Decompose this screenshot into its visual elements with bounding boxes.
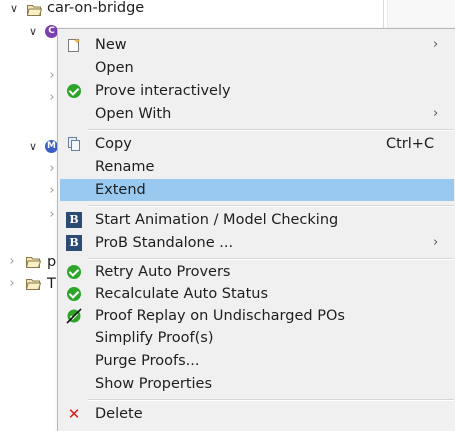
menu-item-retry-auto-provers[interactable]: Retry Auto Provers (60, 261, 454, 283)
open-folder-icon (27, 5, 42, 16)
tree-row-p-label: p (47, 254, 57, 270)
tree-row-child[interactable]: › (0, 159, 60, 179)
tree-row-child[interactable]: › (0, 66, 60, 86)
menu-item-recalculate-auto-status[interactable]: Recalculate Auto Status (60, 283, 454, 305)
menu-item-label: Proof Replay on Undischarged POs (95, 308, 345, 324)
collapse-chevron-icon[interactable]: › (6, 274, 18, 294)
tree-row-context[interactable]: ∨ C (0, 22, 60, 42)
tree-row-child[interactable]: › (0, 181, 60, 201)
new-file-icon (68, 38, 80, 52)
open-folder-icon (26, 279, 41, 290)
tree-row-child[interactable]: › (0, 205, 60, 225)
tree-row-child[interactable]: › (0, 88, 60, 108)
prob-logo-icon: B (66, 235, 82, 251)
menu-separator (88, 258, 454, 260)
tree-row-t[interactable]: › T (0, 274, 60, 294)
menu-item-label: Delete (95, 406, 143, 422)
menu-item-label: Purge Proofs... (95, 353, 200, 369)
menu-item-prove-interactively[interactable]: Prove interactively (60, 80, 454, 102)
menu-item-purge-proofs[interactable]: Purge Proofs... (60, 350, 454, 372)
copy-icon (68, 137, 80, 151)
submenu-arrow-icon: › (433, 106, 439, 121)
menu-item-label: Show Properties (95, 376, 213, 392)
delete-x-icon: ✕ (67, 405, 81, 423)
menu-item-label: Simplify Proof(s) (95, 330, 214, 346)
menu-item-label: Retry Auto Provers (95, 264, 231, 280)
menu-item-prob-standalone[interactable]: B ProB Standalone ... › (60, 232, 454, 254)
tree-row-project[interactable]: ∨ car-on-bridge (0, 0, 383, 20)
menu-item-copy[interactable]: Copy Ctrl+C (60, 133, 454, 155)
menu-separator (88, 399, 454, 401)
menu-item-open-with[interactable]: Open With › (60, 103, 454, 125)
tree-row-machine[interactable]: ∨ M (0, 137, 60, 157)
menu-item-proof-replay[interactable]: Proof Replay on Undischarged POs (60, 305, 454, 327)
green-check-icon (66, 286, 82, 302)
menu-item-label: Open With (95, 106, 172, 122)
menu-item-show-properties[interactable]: Show Properties (60, 373, 454, 395)
prob-logo-icon: B (66, 212, 82, 228)
proof-replay-icon (66, 308, 82, 324)
tree-row-t-label: T (47, 276, 56, 292)
submenu-arrow-icon: › (433, 37, 439, 52)
expand-chevron-icon[interactable]: ∨ (27, 22, 39, 42)
menu-item-label: ProB Standalone ... (95, 235, 234, 251)
collapse-chevron-icon[interactable]: › (6, 252, 18, 272)
menu-item-label: Rename (95, 159, 155, 175)
menu-item-label: Open (95, 60, 134, 76)
menu-item-rename[interactable]: Rename (60, 156, 454, 178)
menu-item-label: Prove interactively (95, 83, 231, 99)
expand-chevron-icon[interactable]: ∨ (27, 137, 39, 157)
menu-item-label: Start Animation / Model Checking (95, 212, 339, 228)
menu-item-open[interactable]: Open (60, 57, 454, 79)
green-check-icon (66, 264, 82, 280)
submenu-arrow-icon: › (433, 235, 439, 250)
menu-separator (88, 205, 454, 207)
menu-item-label: Recalculate Auto Status (95, 286, 269, 302)
context-menu: New › Open Prove interactively Open With… (57, 28, 455, 431)
green-check-icon (66, 83, 82, 99)
eclipse-window: ∨ car-on-bridge ∨ C › › ∨ M › › › › p › … (0, 0, 455, 431)
menu-item-shortcut: Ctrl+C (386, 136, 435, 152)
menu-item-start-animation[interactable]: B Start Animation / Model Checking (60, 209, 454, 231)
menu-item-delete[interactable]: ✕ Delete (60, 403, 454, 425)
menu-separator (88, 129, 454, 131)
menu-item-extend[interactable]: Extend (60, 179, 454, 201)
menu-item-label: Copy (95, 136, 132, 152)
project-label: car-on-bridge (47, 0, 145, 16)
tree-row-p[interactable]: › p (0, 252, 60, 272)
menu-item-label: New (95, 37, 127, 53)
menu-item-label: Extend (95, 182, 146, 198)
open-folder-icon (26, 257, 41, 268)
menu-item-new[interactable]: New › (60, 34, 454, 56)
expand-chevron-icon[interactable]: ∨ (8, 0, 20, 19)
menu-item-simplify-proofs[interactable]: Simplify Proof(s) (60, 327, 454, 349)
